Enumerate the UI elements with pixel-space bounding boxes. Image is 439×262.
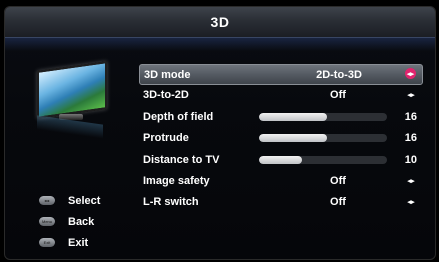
dpad-key-icon: ◂•▸: [39, 196, 55, 205]
menu-item-value: Off: [330, 196, 346, 209]
settings-menu: 3D mode 2D-to-3D ◂▸ 3D-to-2D Off ◂▸ Dept…: [139, 64, 423, 214]
depth-of-field-slider[interactable]: [259, 112, 387, 121]
hint-back: Menu Back: [39, 211, 100, 232]
left-right-arrow-icon[interactable]: ◂▸: [405, 68, 416, 79]
menu-item-label: Image safety: [143, 174, 210, 187]
hint-select: ◂•▸ Select: [39, 190, 100, 211]
menu-item-depth-of-field[interactable]: Depth of field 16: [139, 107, 423, 128]
exit-key-icon: Exit: [39, 238, 55, 247]
tv-thumbnail-icon: [35, 61, 107, 139]
left-right-arrow-icon[interactable]: ◂▸: [405, 197, 417, 207]
menu-panel: 3D 3D mode 2D-to-3D ◂▸ 3D-to-2D Off ◂▸ D…: [4, 6, 436, 260]
slider-fill: [259, 112, 328, 121]
menu-item-label: L-R switch: [143, 196, 199, 209]
menu-header: 3D: [5, 7, 435, 38]
remote-hints: ◂•▸ Select Menu Back Exit Exit: [39, 190, 100, 253]
hint-exit: Exit Exit: [39, 232, 100, 253]
menu-item-label: Depth of field: [143, 110, 214, 123]
menu-item-value: Off: [330, 174, 346, 187]
menu-item-value: 2D-to-3D: [316, 69, 362, 81]
hint-label: Back: [68, 215, 95, 228]
slider-fill: [259, 134, 328, 143]
menu-item-value: Off: [330, 89, 346, 102]
left-right-arrow-icon[interactable]: ◂▸: [405, 176, 417, 186]
menu-item-l-r-switch[interactable]: L-R switch Off ◂▸: [139, 192, 423, 213]
menu-item-level: 10: [404, 153, 417, 166]
page-title: 3D: [210, 14, 230, 30]
menu-item-image-safety[interactable]: Image safety Off ◂▸: [139, 171, 423, 192]
protrude-slider[interactable]: [259, 134, 387, 143]
tv-screen-image: [37, 61, 107, 119]
menu-item-label: Distance to TV: [143, 153, 220, 166]
menu-item-distance-to-tv[interactable]: Distance to TV 10: [139, 150, 423, 171]
hint-label: Select: [68, 194, 101, 207]
hint-label: Exit: [68, 236, 89, 249]
menu-item-label: Protrude: [143, 132, 189, 145]
slider-fill: [259, 155, 302, 164]
menu-key-icon: Menu: [39, 217, 55, 226]
menu-item-level: 16: [404, 132, 417, 145]
menu-item-3d-to-2d[interactable]: 3D-to-2D Off ◂▸: [139, 85, 423, 106]
menu-item-level: 16: [404, 110, 417, 123]
menu-item-label: 3D-to-2D: [143, 89, 189, 102]
left-right-arrow-icon[interactable]: ◂▸: [405, 90, 417, 100]
menu-item-label: 3D mode: [144, 69, 191, 81]
header-glow: [5, 37, 435, 51]
menu-item-3d-mode[interactable]: 3D mode 2D-to-3D ◂▸: [139, 64, 423, 85]
distance-to-tv-slider[interactable]: [259, 155, 387, 164]
menu-item-protrude[interactable]: Protrude 16: [139, 128, 423, 149]
